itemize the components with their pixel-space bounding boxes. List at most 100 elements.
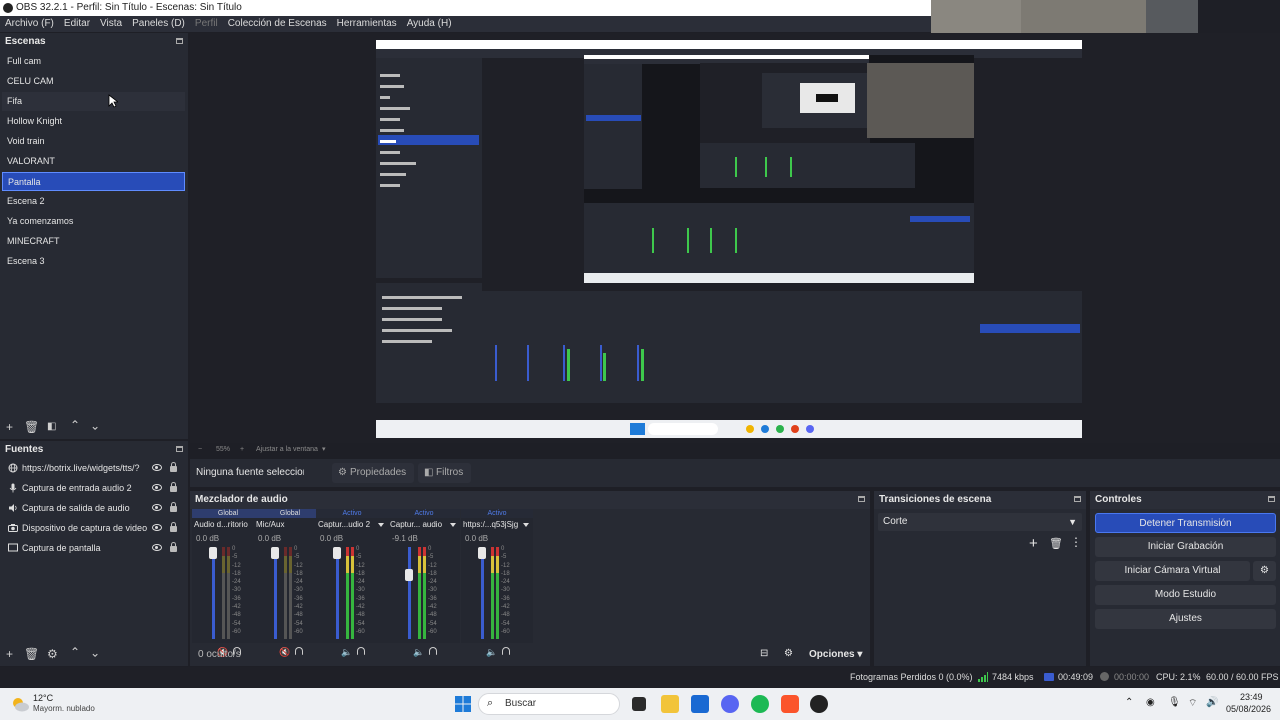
source-item[interactable]: Captura de pantalla: [0, 538, 188, 558]
start-virtual-camera-button[interactable]: Iniciar Cámara Virtual: [1095, 561, 1250, 581]
spotify-icon[interactable]: [751, 695, 769, 713]
visibility-eye-icon[interactable]: [152, 524, 162, 531]
layout-toggle-icon[interactable]: ⊟: [760, 648, 768, 659]
scene-item[interactable]: Escena 3: [2, 252, 185, 271]
scene-item[interactable]: Void train: [2, 132, 185, 151]
move-up-button[interactable]: ⌃: [70, 419, 80, 431]
windows-start-icon[interactable]: [455, 696, 471, 712]
channel-menu-chevron-icon[interactable]: [523, 523, 529, 527]
lock-icon[interactable]: [170, 522, 177, 532]
tray-chevron-up-icon[interactable]: ⌃: [1125, 697, 1133, 708]
file-explorer-icon[interactable]: [661, 695, 679, 713]
task-view-icon[interactable]: [632, 697, 646, 711]
menu-vista[interactable]: Vista: [95, 16, 127, 32]
source-item[interactable]: Captura de entrada audio 2: [0, 478, 188, 498]
scene-item-selected[interactable]: Pantalla: [2, 172, 185, 191]
menu-coleccion-escenas[interactable]: Colección de Escenas: [223, 16, 332, 32]
volume-slider-track[interactable]: [274, 547, 277, 639]
more-options-icon[interactable]: ⋮: [1070, 535, 1082, 549]
scene-item[interactable]: VALORANT: [2, 152, 185, 171]
volume-slider-track[interactable]: [212, 547, 215, 639]
menu-editar[interactable]: Editar: [59, 16, 95, 32]
source-item[interactable]: Dispositivo de captura de video: [0, 518, 188, 538]
menu-perfil[interactable]: Perfil: [190, 16, 223, 32]
store-icon[interactable]: [691, 695, 709, 713]
scene-item[interactable]: Hollow Knight: [2, 112, 185, 131]
add-source-button[interactable]: +: [6, 648, 13, 660]
menu-ayuda[interactable]: Ayuda (H): [402, 16, 457, 32]
advanced-audio-gear-icon[interactable]: ⚙: [784, 648, 793, 659]
chevron-down-icon[interactable]: ▾: [322, 443, 326, 457]
start-recording-button[interactable]: Iniciar Grabación: [1095, 537, 1276, 557]
undock-icon[interactable]: [176, 446, 183, 452]
stop-streaming-button[interactable]: Detener Transmisión: [1095, 513, 1276, 533]
move-down-button[interactable]: ⌃: [90, 645, 100, 659]
scene-item[interactable]: MINECRAFT: [2, 232, 185, 251]
undock-icon[interactable]: [1268, 496, 1275, 502]
clock-date[interactable]: 05/08/2026: [1226, 704, 1271, 714]
remove-transition-button[interactable]: 🗑: [1049, 537, 1063, 550]
volume-slider-handle[interactable]: [478, 547, 486, 559]
scene-filters-button[interactable]: ◧: [47, 421, 56, 433]
move-up-button[interactable]: ⌃: [70, 646, 80, 658]
discord-icon[interactable]: [721, 695, 739, 713]
visibility-eye-icon[interactable]: [152, 544, 162, 551]
lock-icon[interactable]: [170, 502, 177, 512]
menu-herramientas[interactable]: Herramientas: [332, 16, 402, 32]
clock-time[interactable]: 23:49: [1240, 692, 1263, 702]
volume-slider-track[interactable]: [336, 547, 339, 639]
volume-icon[interactable]: 🔊: [1206, 697, 1218, 708]
visibility-eye-icon[interactable]: [152, 464, 162, 471]
microphone-tray-icon[interactable]: 🎙: [1168, 697, 1181, 708]
source-properties-gear-icon[interactable]: ⚙: [47, 648, 58, 660]
transition-select[interactable]: Corte ▼: [878, 513, 1082, 531]
scene-item[interactable]: Fifa: [2, 92, 185, 111]
move-down-button[interactable]: ⌃: [90, 418, 100, 432]
channel-menu-chevron-icon[interactable]: [378, 523, 384, 527]
virtual-camera-settings-gear-icon[interactable]: ⚙: [1253, 561, 1276, 581]
studio-mode-button[interactable]: Modo Estudio: [1095, 585, 1276, 605]
undock-icon[interactable]: [858, 496, 865, 502]
menu-archivo[interactable]: Archivo (F): [0, 16, 59, 32]
brave-browser-icon[interactable]: [781, 695, 799, 713]
visibility-eye-icon[interactable]: [152, 484, 162, 491]
remove-source-button[interactable]: 🗑: [24, 648, 39, 660]
volume-slider-track[interactable]: [481, 547, 484, 639]
fit-to-window-dropdown[interactable]: Ajustar a la ventana: [256, 443, 318, 457]
preview-canvas[interactable]: [190, 33, 1280, 443]
volume-slider-handle[interactable]: [271, 547, 279, 559]
taskbar-search-box[interactable]: ⌕ Buscar: [478, 693, 620, 715]
properties-button[interactable]: ⚙ Propiedades: [332, 463, 415, 483]
visibility-eye-icon[interactable]: [152, 504, 162, 511]
tray-app-icon[interactable]: ◉: [1146, 697, 1155, 708]
source-item[interactable]: https://botrix.live/widgets/tts/?: [0, 458, 188, 478]
filter-icon: ◧: [424, 467, 434, 478]
add-transition-button[interactable]: +: [1029, 535, 1038, 552]
lock-icon[interactable]: [170, 462, 177, 472]
add-scene-button[interactable]: +: [6, 421, 13, 433]
undock-icon[interactable]: [1074, 496, 1081, 502]
undock-icon[interactable]: [176, 38, 183, 44]
menu-paneles[interactable]: Paneles (D): [127, 16, 190, 32]
weather-cloud-icon[interactable]: [10, 695, 30, 713]
scene-item[interactable]: Escena 2: [2, 192, 185, 211]
scene-item[interactable]: Full cam: [2, 52, 185, 71]
lock-icon[interactable]: [170, 482, 177, 492]
obs-taskbar-icon[interactable]: [810, 695, 828, 713]
zoom-in-button[interactable]: +: [240, 443, 244, 457]
zoom-out-button[interactable]: −: [198, 443, 202, 457]
wifi-icon[interactable]: ⌔: [1188, 697, 1197, 710]
volume-slider-handle[interactable]: [333, 547, 341, 559]
filters-button[interactable]: ◧ Filtros: [418, 463, 472, 483]
scene-item[interactable]: CELU CAM: [2, 72, 185, 91]
source-item[interactable]: Captura de salida de audio: [0, 498, 188, 518]
volume-slider-handle[interactable]: [209, 547, 217, 559]
scene-item[interactable]: Ya comenzamos: [2, 212, 185, 231]
lock-icon[interactable]: [170, 542, 177, 552]
volume-slider-handle[interactable]: [405, 569, 413, 582]
channel-menu-chevron-icon[interactable]: [450, 523, 456, 527]
volume-slider-track[interactable]: [408, 547, 411, 639]
remove-scene-button[interactable]: 🗑: [24, 421, 39, 433]
settings-button[interactable]: Ajustes: [1095, 609, 1276, 629]
options-button[interactable]: Opciones ▾: [809, 649, 862, 660]
